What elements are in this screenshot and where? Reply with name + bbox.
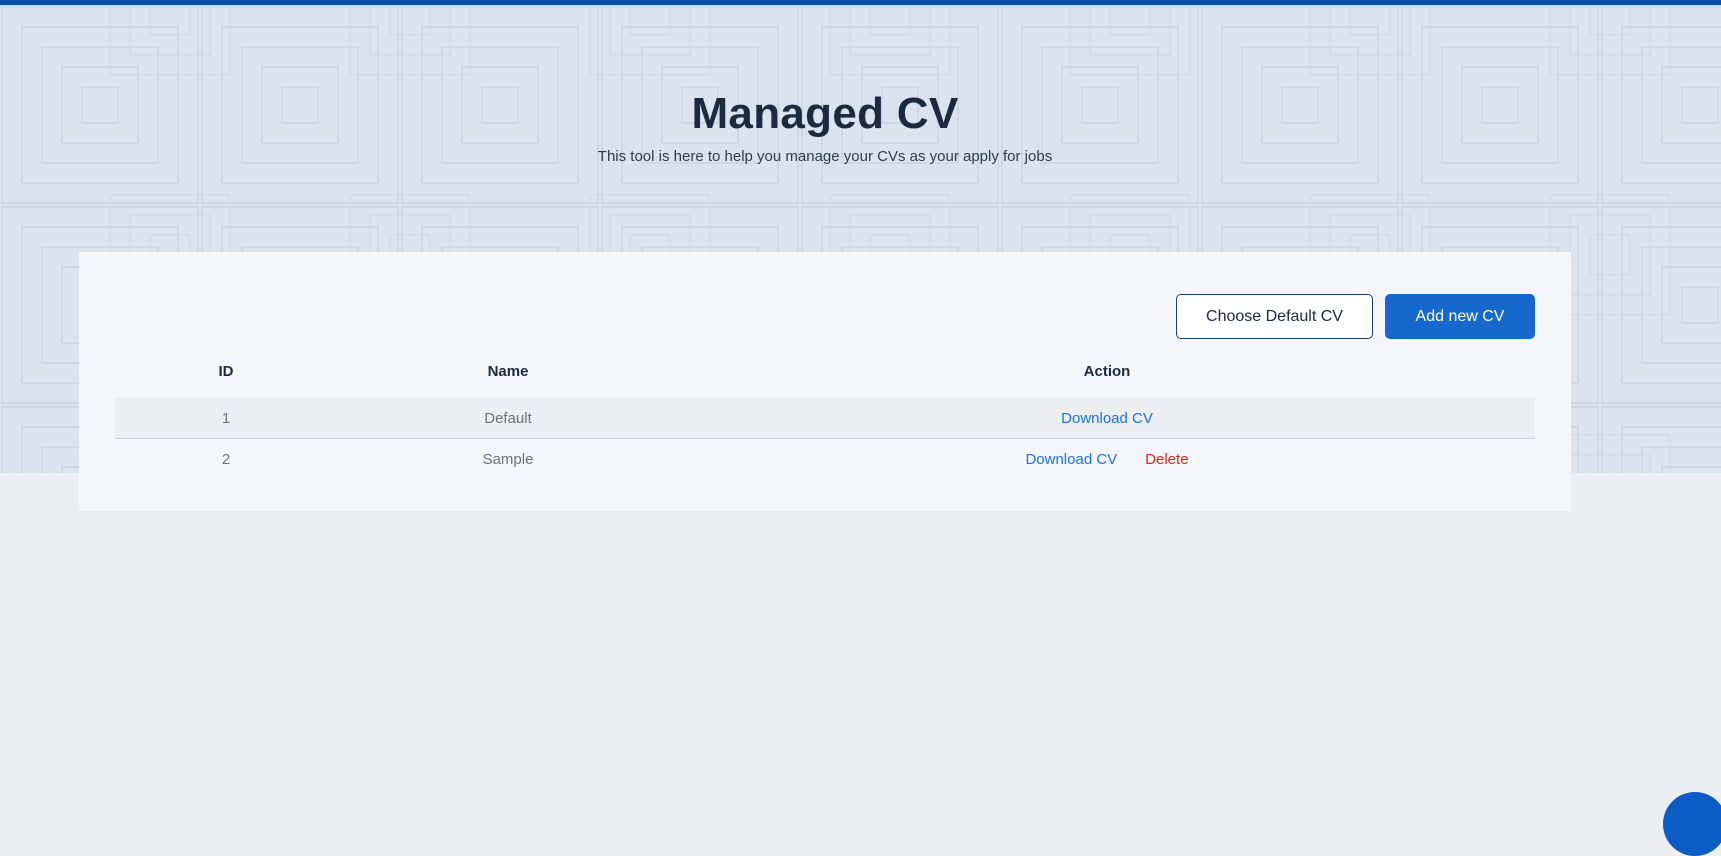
row-name: Sample [482, 450, 534, 468]
row-id: 1 [221, 409, 231, 427]
cv-table: ID Name Action 1 Default Download CV 2 S… [115, 350, 1535, 479]
delete-cv-link[interactable]: Delete [1145, 451, 1188, 468]
cv-management-card: Choose Default CV Add new CV ID Name Act… [79, 252, 1571, 511]
table-header-row: ID Name Action [115, 350, 1535, 392]
page-title: Managed CV [691, 89, 959, 138]
download-cv-link[interactable]: Download CV [1025, 451, 1117, 468]
column-header-action: Action [1083, 362, 1131, 380]
add-new-cv-button[interactable]: Add new CV [1385, 294, 1535, 339]
chat-widget-button[interactable] [1663, 792, 1721, 856]
row-id: 2 [221, 450, 231, 468]
download-cv-link[interactable]: Download CV [1061, 410, 1153, 427]
column-header-name: Name [487, 362, 529, 380]
row-name: Default [484, 409, 532, 427]
choose-default-cv-button[interactable]: Choose Default CV [1176, 294, 1373, 339]
table-row: 2 Sample Download CV Delete [115, 439, 1535, 479]
row-actions: Download CV [679, 398, 1535, 438]
row-actions: Download CV Delete [679, 439, 1535, 479]
column-header-id: ID [218, 362, 234, 380]
table-row: 1 Default Download CV [115, 398, 1535, 439]
page-subtitle: This tool is here to help you manage you… [597, 148, 1053, 165]
